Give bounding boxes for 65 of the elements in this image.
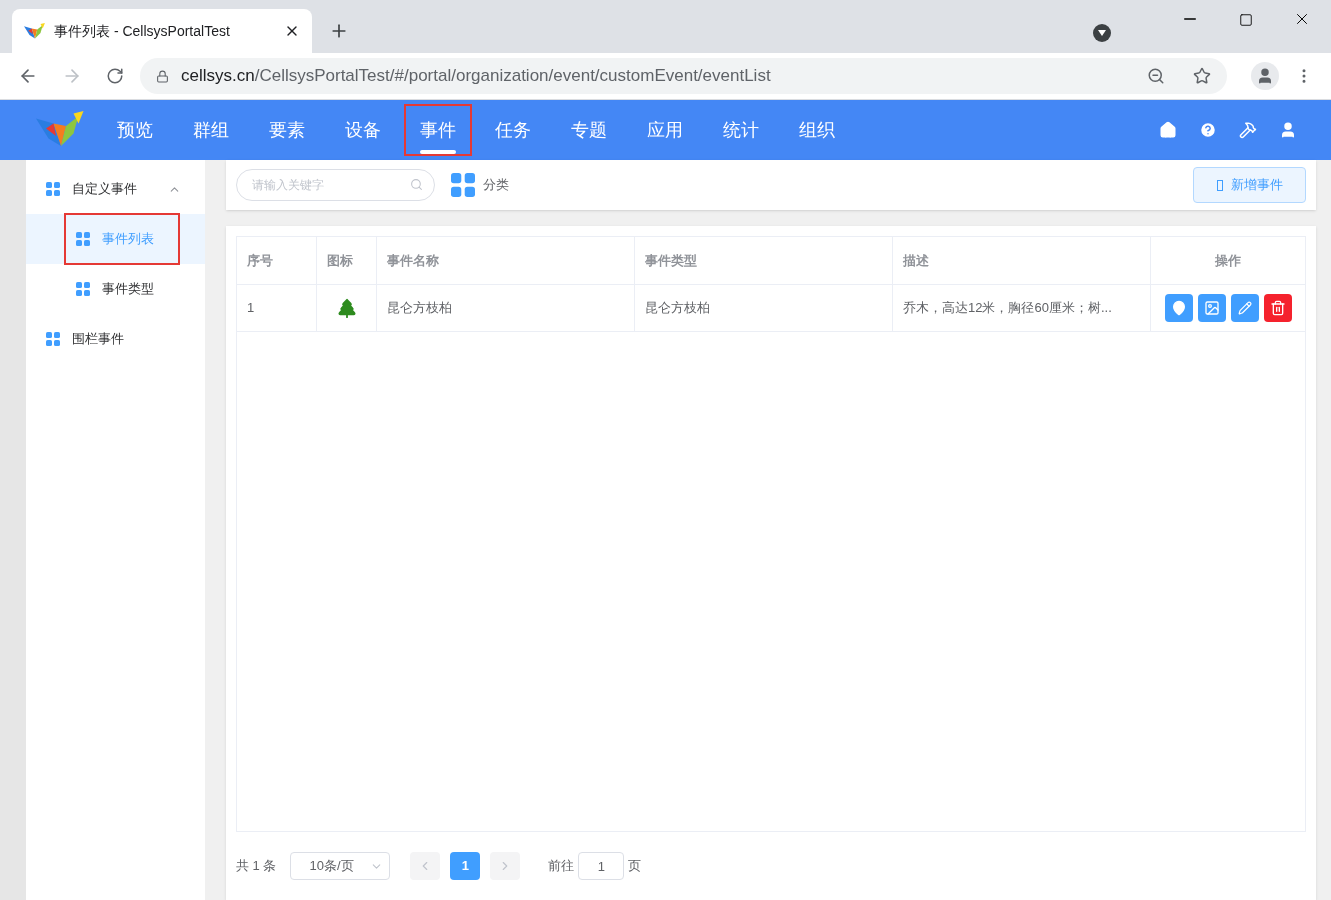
category-button[interactable]: 分类 [451,173,509,197]
image-icon [1203,300,1220,316]
user-icon[interactable] [1279,121,1297,139]
search-icon [410,178,423,191]
table-cell: 乔木，高达12米，胸径60厘米；树... [893,285,1151,331]
missing-glyph-icon [1216,179,1223,191]
table-cell: 昆仑方枝柏 [377,285,635,331]
logo-icon [36,111,86,149]
grid-icon [46,332,60,346]
grid-icon [451,173,475,197]
sidebar-item[interactable]: 围栏事件 [26,314,205,364]
column-header: 操作 [1214,251,1242,270]
column-header: 事件名称 [377,237,635,284]
search-field[interactable]: 请输入关键字 [236,169,435,201]
table-cell: 1 [237,285,317,331]
sidebar-item[interactable]: 自定义事件 [26,164,205,214]
nav-item[interactable]: 要素 [249,100,325,160]
nav-item[interactable]: 应用 [627,100,703,160]
nav-item[interactable]: 设备 [325,100,401,160]
tools-icon[interactable] [1239,121,1257,139]
nav-item[interactable]: 预览 [97,100,173,160]
tab-title: 事件列表 - CellsysPortalTest [54,21,230,41]
page-suffix: 页 [628,857,642,876]
zoom-out-icon[interactable] [1147,67,1165,85]
nav-item[interactable]: 群组 [173,100,249,160]
page-size-select[interactable]: 10条/页 [290,852,391,880]
nav-item[interactable]: 专题 [551,100,627,160]
pencil-icon [1237,301,1252,315]
star-icon[interactable] [1193,67,1211,85]
map-pin-icon [1170,300,1187,316]
grid-icon [76,282,90,296]
trash-icon [1269,300,1286,316]
column-header: 序号 [237,237,317,284]
column-header: 描述 [893,237,1151,284]
grid-icon [46,182,60,196]
add-event-button[interactable]: 新增事件 [1193,167,1306,203]
edit-button[interactable] [1230,294,1259,322]
nav-item[interactable]: 事件 [400,100,476,160]
nav-item[interactable]: 统计 [703,100,779,160]
sidebar-item[interactable]: 事件列表 [26,214,205,264]
logo-icon [24,22,46,40]
table-cell: 昆仑方枝柏 [635,285,893,331]
reload-icon[interactable] [106,67,124,85]
image-button[interactable] [1197,294,1226,322]
maximize-icon[interactable] [1239,13,1253,27]
page-button[interactable]: 1 [450,852,481,880]
url-text: cellsys.cn/CellsysPortalTest/#/portal/organization/event/customEvent/eventList [181,65,771,88]
sidebar-item[interactable]: 事件类型 [26,264,205,314]
column-header: 图标 [317,237,377,284]
delete-button[interactable] [1263,294,1292,322]
column-header: 事件类型 [635,237,893,284]
lock-icon [156,69,169,83]
goto-page-field[interactable]: 1 [578,852,625,880]
tab-search-icon[interactable] [1093,24,1111,42]
location-button[interactable] [1164,294,1193,322]
total-count: 共 1 条 [236,857,277,876]
address-bar[interactable]: cellsys.cn/CellsysPortalTest/#/portal/organization/event/customEvent/eventList [140,58,1227,94]
browser-tab[interactable]: 事件列表 - CellsysPortalTest [12,9,312,53]
home-icon[interactable] [1159,121,1177,139]
profile-icon[interactable] [1251,62,1279,90]
grid-icon [76,232,90,246]
nav-item[interactable]: 任务 [475,100,551,160]
nav-item[interactable]: 组织 [779,100,855,160]
help-icon[interactable] [1199,121,1217,139]
goto-label: 前往 [548,857,575,876]
